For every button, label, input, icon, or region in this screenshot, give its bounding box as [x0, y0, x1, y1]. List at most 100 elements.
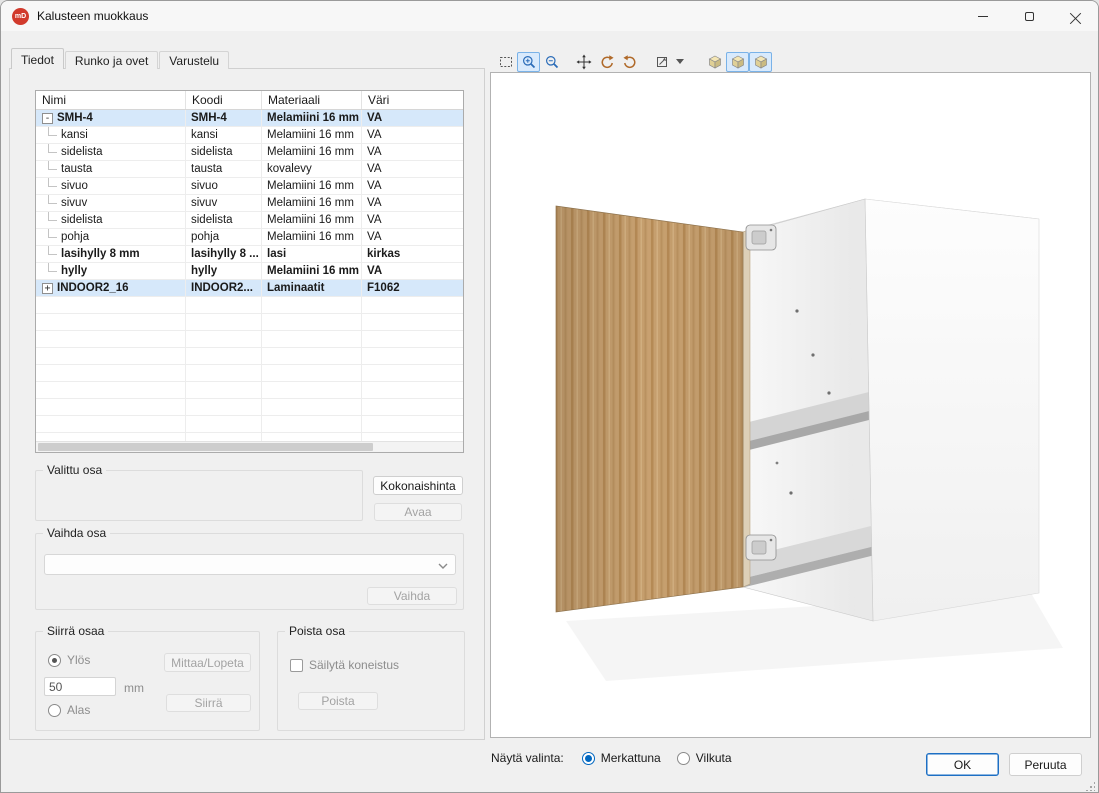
table-empty-row: [36, 382, 463, 399]
table-cell: -SMH-4: [36, 110, 186, 127]
tab-tiedot[interactable]: Tiedot: [11, 48, 64, 69]
table-row[interactable]: kansikansiMelamiini 16 mmVA: [36, 127, 463, 144]
window-title: Kalusteen muokkaus: [37, 9, 148, 23]
ok-button[interactable]: OK: [926, 753, 999, 776]
poista-osa-label: Poista osa: [285, 624, 349, 638]
siirra-osaa-label: Siirrä osaa: [43, 624, 108, 638]
vaihda-osa-label: Vaihda osa: [43, 526, 110, 540]
radio-merkattuna[interactable]: [582, 752, 595, 765]
close-icon: [1070, 11, 1081, 22]
zoom-extents-icon[interactable]: [650, 52, 673, 72]
peruuta-button[interactable]: Peruuta: [1009, 753, 1082, 776]
radio-ylos[interactable]: [48, 654, 61, 667]
table-cell: tausta: [36, 161, 186, 178]
zoom-in-icon[interactable]: [517, 52, 540, 72]
table-cell: Melamiini 16 mm: [262, 263, 362, 280]
vaihda-osa-group: Vaihda osa Vaihda: [35, 533, 464, 610]
zoom-out-icon[interactable]: [540, 52, 563, 72]
tree-connector: [48, 246, 57, 255]
minimize-button[interactable]: [960, 1, 1006, 31]
view-mode-2-icon[interactable]: [726, 52, 749, 72]
tab-runko-ja-ovet[interactable]: Runko ja ovet: [65, 51, 158, 69]
poista-osa-group: Poista osa Säilytä koneistus Poista: [277, 631, 465, 731]
pan-icon[interactable]: [572, 52, 595, 72]
tab-strip: Tiedot Runko ja ovet Varustelu: [11, 49, 230, 69]
table-cell: [36, 416, 186, 433]
table-cell: [36, 331, 186, 348]
table-row[interactable]: sidelistasidelistaMelamiini 16 mmVA: [36, 212, 463, 229]
table-cell: kansi: [186, 127, 262, 144]
tab-varustelu[interactable]: Varustelu: [159, 51, 229, 69]
column-header-nimi[interactable]: Nimi: [36, 91, 186, 109]
table-empty-row: [36, 297, 463, 314]
table-row[interactable]: taustataustakovalevyVA: [36, 161, 463, 178]
table-row[interactable]: sidelistasidelistaMelamiini 16 mmVA: [36, 144, 463, 161]
close-button[interactable]: [1052, 1, 1098, 31]
poista-button[interactable]: Poista: [298, 692, 378, 710]
table-cell: [362, 382, 463, 399]
table-cell: Melamiini 16 mm: [262, 229, 362, 246]
table-cell: sivuo: [186, 178, 262, 195]
table-cell: [362, 314, 463, 331]
table-cell: VA: [362, 161, 463, 178]
tree-connector: [48, 195, 57, 204]
table-row[interactable]: lasihylly 8 mmlasihylly 8 ...lasikirkas: [36, 246, 463, 263]
mittaa-lopeta-button[interactable]: Mittaa/Lopeta: [164, 653, 251, 672]
table-cell: [186, 348, 262, 365]
table-cell: [36, 365, 186, 382]
table-cell: VA: [362, 229, 463, 246]
table-cell: [262, 348, 362, 365]
maximize-button[interactable]: [1006, 1, 1052, 31]
scrollbar-thumb[interactable]: [38, 443, 373, 451]
zoom-window-icon[interactable]: [494, 52, 517, 72]
parts-table[interactable]: Nimi Koodi Materiaali Väri -SMH-4SMH-4 Me…: [35, 90, 464, 453]
siirra-button[interactable]: Siirrä: [166, 694, 251, 712]
radio-vilkuta[interactable]: [677, 752, 690, 765]
view-mode-3-icon[interactable]: [749, 52, 772, 72]
horizontal-scrollbar[interactable]: [36, 441, 463, 452]
table-cell: [186, 382, 262, 399]
table-cell: VA: [362, 212, 463, 229]
table-row[interactable]: sivuvsivuvMelamiini 16 mmVA: [36, 195, 463, 212]
column-header-materiaali[interactable]: Materiaali: [262, 91, 362, 109]
vaihda-osa-combobox[interactable]: [44, 554, 456, 575]
table-row[interactable]: hyllyhyllyMelamiini 16 mmVA: [36, 263, 463, 280]
table-cell: [262, 416, 362, 433]
table-cell: sidelista: [36, 144, 186, 161]
kokonaishinta-button[interactable]: Kokonaishinta: [373, 476, 463, 495]
distance-input[interactable]: [44, 677, 116, 696]
table-row[interactable]: sivuosivuoMelamiini 16 mmVA: [36, 178, 463, 195]
zoom-extents-dropdown-icon[interactable]: [673, 52, 686, 72]
table-cell: INDOOR2...: [186, 280, 262, 297]
rotate-cw-icon[interactable]: [595, 52, 618, 72]
table-row[interactable]: +INDOOR2_16INDOOR2...LaminaatitF1062: [36, 280, 463, 297]
table-row[interactable]: pohjapohjaMelamiini 16 mmVA: [36, 229, 463, 246]
dialog-window: mD Kalusteen muokkaus Tiedot Runko ja ov…: [0, 0, 1099, 793]
avaa-button[interactable]: Avaa: [374, 503, 462, 521]
table-cell: lasi: [262, 246, 362, 263]
tree-connector: [48, 127, 57, 136]
collapse-icon[interactable]: -: [42, 113, 53, 124]
rotate-ccw-icon[interactable]: [618, 52, 641, 72]
radio-alas[interactable]: [48, 704, 61, 717]
table-cell: +INDOOR2_16: [36, 280, 186, 297]
column-header-vari[interactable]: Väri: [362, 91, 463, 109]
table-cell: sivuv: [186, 195, 262, 212]
table-empty-row: [36, 314, 463, 331]
table-cell: hylly: [36, 263, 186, 280]
tree-connector: [48, 144, 57, 153]
view-mode-1-icon[interactable]: [703, 52, 726, 72]
unit-label: mm: [124, 681, 144, 695]
expand-icon[interactable]: +: [42, 283, 53, 294]
sailyta-koneistus-checkbox[interactable]: [290, 659, 303, 672]
vaihda-button[interactable]: Vaihda: [367, 587, 457, 605]
table-cell: [362, 399, 463, 416]
table-empty-row: [36, 399, 463, 416]
title-bar[interactable]: mD Kalusteen muokkaus: [1, 1, 1098, 31]
column-header-koodi[interactable]: Koodi: [186, 91, 262, 109]
table-cell: [362, 297, 463, 314]
table-cell: SMH-4: [186, 110, 262, 127]
table-row[interactable]: -SMH-4SMH-4Melamiini 16 mmVA: [36, 110, 463, 127]
resize-grip[interactable]: [1085, 781, 1095, 791]
cabinet-3d-viewport[interactable]: [490, 72, 1091, 738]
